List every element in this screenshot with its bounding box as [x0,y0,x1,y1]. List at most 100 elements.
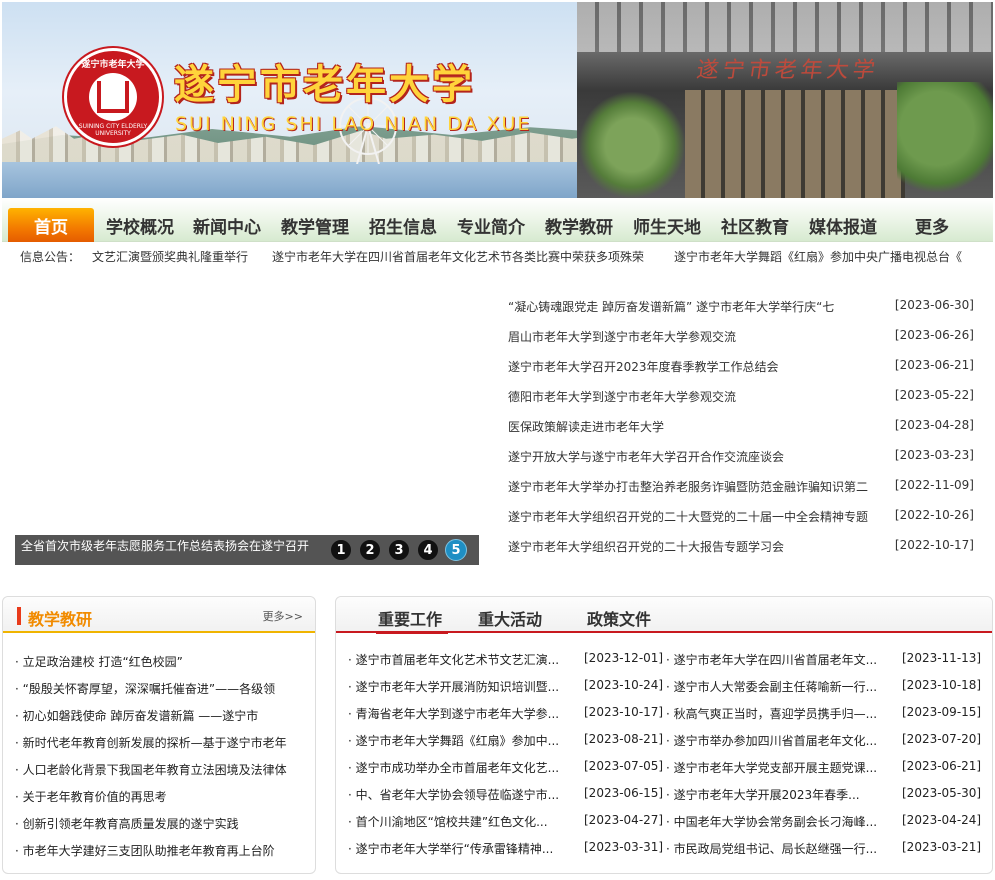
news-item[interactable]: 遂宁市老年大学召开2023年度春季教学工作总结会 [2023-06-21] [508,354,978,376]
news-item[interactable]: 德阳市老年大学到遂宁市老年大学参观交流 [2023-05-22] [508,384,978,406]
news-date: [2023-06-30] [894,298,974,312]
nav-teaching-management[interactable]: 教学管理 [275,208,355,242]
slider-caption[interactable]: 全省首次市级老年志愿服务工作总结表扬会在遂宁召开 [21,537,309,554]
news-date: [2022-10-26] [894,508,974,522]
item-date: [2023-10-24] [584,678,664,692]
nav-media-reports[interactable]: 媒体报道 [803,208,883,242]
news-title[interactable]: 遂宁市老年大学组织召开党的二十大报告专题学习会 [508,538,883,555]
banner-building-photo [577,2,993,198]
notice-item[interactable]: 遂宁市老年大学在四川省首届老年文化艺术节各类比赛中荣获多项殊荣 [272,248,644,265]
list-item[interactable]: · 新时代老年教育创新发展的探析—基于遂宁市老年 [15,734,305,751]
item-date: [2023-10-18] [902,678,982,692]
news-date: [2023-05-22] [894,388,974,402]
item-title[interactable]: · 市民政局党组书记、局长赵继强一行... [666,840,876,857]
news-title[interactable]: 遂宁市老年大学召开2023年度春季教学工作总结会 [508,358,883,375]
item-date: [2023-11-13] [902,651,982,665]
panel-header: 教学教研 更多>> [3,597,315,633]
list-item[interactable]: · 关于老年教育价值的再思考 [15,788,305,805]
list-item[interactable]: · “殷殷关怀寄厚望，深深嘱托催奋进”——各级领 [15,680,305,697]
nav-more[interactable]: 更多 [897,208,967,242]
item-title[interactable]: · 中国老年大学协会常务副会长刁海峰... [666,813,876,830]
image-slider[interactable] [15,290,479,565]
panel-title: 教学教研 [28,610,93,629]
news-title[interactable]: 遂宁开放大学与遂宁市老年大学召开合作交流座谈会 [508,448,883,465]
teaching-research-panel: 教学教研 更多>> · 立足政治建校 打造“红色校园” · “殷殷关怀寄厚望，深… [2,596,316,874]
news-item[interactable]: 遂宁市老年大学组织召开党的二十大暨党的二十届一中全会精神专题 [2022-10-2… [508,504,978,526]
item-date: [2023-10-17] [584,705,664,719]
nav-teachers-students[interactable]: 师生天地 [627,208,707,242]
slider-dot-4[interactable]: 4 [417,539,439,561]
panel-header: 重要工作 重大活动 政策文件 [336,597,992,634]
news-title[interactable]: “凝心铸魂跟党走 踔厉奋发谱新篇” 遂宁市老年大学举行庆“七 [508,298,883,315]
news-item[interactable]: “凝心铸魂跟党走 踔厉奋发谱新篇” 遂宁市老年大学举行庆“七 [2023-06-3… [508,294,978,316]
news-item[interactable]: 眉山市老年大学到遂宁市老年大学参观交流 [2023-06-26] [508,324,978,346]
slider-dot-3[interactable]: 3 [388,539,410,561]
news-date: [2023-03-23] [894,448,974,462]
item-title[interactable]: · 遂宁市首届老年文化艺术节文艺汇演... [348,651,558,668]
nav-home[interactable]: 首页 [8,208,94,242]
nav-news-center[interactable]: 新闻中心 [187,208,267,242]
site-subtitle: SUI NING SHI LAO NIAN DA XUE [175,113,532,135]
list-item[interactable]: · 立足政治建校 打造“红色校园” [15,653,305,670]
tab-major-events[interactable]: 重大活动 [478,606,542,630]
item-title[interactable]: · 遂宁市老年大学舞蹈《红扇》参加中... [348,732,558,749]
nav-majors[interactable]: 专业简介 [451,208,531,242]
item-date: [2023-08-21] [584,732,664,746]
item-title[interactable]: · 首个川渝地区“馆校共建”红色文化... [348,813,558,830]
item-title[interactable]: · 遂宁市老年大学开展2023年春季... [666,786,876,803]
item-title[interactable]: · 遂宁市老年大学在四川省首届老年文... [666,651,876,668]
item-title[interactable]: · 青海省老年大学到遂宁市老年大学参... [348,705,558,722]
work-panel: 重要工作 重大活动 政策文件 · 遂宁市首届老年文化艺术节文艺汇演... [202… [335,596,993,874]
notice-ticker: 信息公告： 文艺汇演暨颁奖典礼隆重举行 遂宁市老年大学在四川省首届老年文化艺术节… [2,243,993,267]
list-item[interactable]: · 人口老龄化背景下我国老年教育立法困境及法律体 [15,761,305,778]
item-title[interactable]: · 遂宁市举办参加四川省首届老年文化... [666,732,876,749]
notice-item[interactable]: 文艺汇演暨颁奖典礼隆重举行 [92,248,248,265]
list-item[interactable]: · 创新引领老年教育高质量发展的遂宁实践 [15,815,305,832]
nav-admissions[interactable]: 招生信息 [363,208,443,242]
news-item[interactable]: 遂宁开放大学与遂宁市老年大学召开合作交流座谈会 [2023-03-23] [508,444,978,466]
tab-important-work[interactable]: 重要工作 [378,606,442,630]
notice-item[interactable]: 遂宁市老年大学舞蹈《红扇》参加中央广播电视总台《 [674,248,974,265]
item-date: [2023-07-05] [584,759,664,773]
header-accent-bar [17,607,21,625]
news-title[interactable]: 遂宁市老年大学举办打击整治养老服务诈骗暨防范金融诈骗知识第二 [508,478,883,495]
item-title[interactable]: · 中、省老年大学协会领导莅临遂宁市... [348,786,558,803]
list-item[interactable]: · 初心如磐践使命 踔厉奋发谱新篇 ——遂宁市 [15,707,305,724]
logo-emblem-icon [97,81,129,113]
item-date: [2023-12-01] [584,651,664,665]
news-item[interactable]: 遂宁市老年大学举办打击整治养老服务诈骗暨防范金融诈骗知识第二 [2022-11-0… [508,474,978,496]
slider-dot-5[interactable]: 5 [445,539,467,561]
item-date: [2023-09-15] [902,705,982,719]
item-title[interactable]: · 秋高气爽正当时，喜迎学员携手归—... [666,705,876,722]
item-date: [2023-06-21] [902,759,982,773]
more-link[interactable]: 更多>> [263,608,303,624]
banner-river [2,162,602,198]
item-title[interactable]: · 遂宁市人大常委会副主任蒋喻新一行... [666,678,876,695]
item-title[interactable]: · 遂宁市成功举办全市首届老年文化艺... [348,759,558,776]
item-date: [2023-03-21] [902,840,982,854]
news-title[interactable]: 眉山市老年大学到遂宁市老年大学参观交流 [508,328,883,345]
news-item[interactable]: 遂宁市老年大学组织召开党的二十大报告专题学习会 [2022-10-17] [508,534,978,556]
nav-community-education[interactable]: 社区教育 [715,208,795,242]
news-date: [2023-04-28] [894,418,974,432]
main-nav: 首页 学校概况 新闻中心 教学管理 招生信息 专业简介 教学教研 师生天地 社区… [2,198,993,242]
news-date: [2022-11-09] [894,478,974,492]
news-item[interactable]: 医保政策解读走进市老年大学 [2023-04-28] [508,414,978,436]
item-title[interactable]: · 遂宁市老年大学举行“传承雷锋精神... [348,840,558,857]
item-date: [2023-04-27] [584,813,664,827]
item-title[interactable]: · 遂宁市老年大学开展消防知识培训暨... [348,678,558,695]
slider-dot-2[interactable]: 2 [359,539,381,561]
nav-teaching-research[interactable]: 教学教研 [539,208,619,242]
item-date: [2023-03-31] [584,840,664,854]
nav-school-overview[interactable]: 学校概况 [100,208,180,242]
news-title[interactable]: 遂宁市老年大学组织召开党的二十大暨党的二十届一中全会精神专题 [508,508,883,525]
item-title[interactable]: · 遂宁市老年大学党支部开展主题党课... [666,759,876,776]
slider-dot-1[interactable]: 1 [330,539,352,561]
news-date: [2023-06-26] [894,328,974,342]
active-tab-indicator [376,632,448,634]
list-item[interactable]: · 市老年大学建好三支团队助推老年教育再上台阶 [15,842,305,859]
news-title[interactable]: 医保政策解读走进市老年大学 [508,418,883,435]
school-logo[interactable]: 遂宁市老年大学 SUINING CITY ELDERLY UNIVERSITY [64,48,162,146]
news-title[interactable]: 德阳市老年大学到遂宁市老年大学参观交流 [508,388,883,405]
tab-policy-documents[interactable]: 政策文件 [587,606,651,630]
